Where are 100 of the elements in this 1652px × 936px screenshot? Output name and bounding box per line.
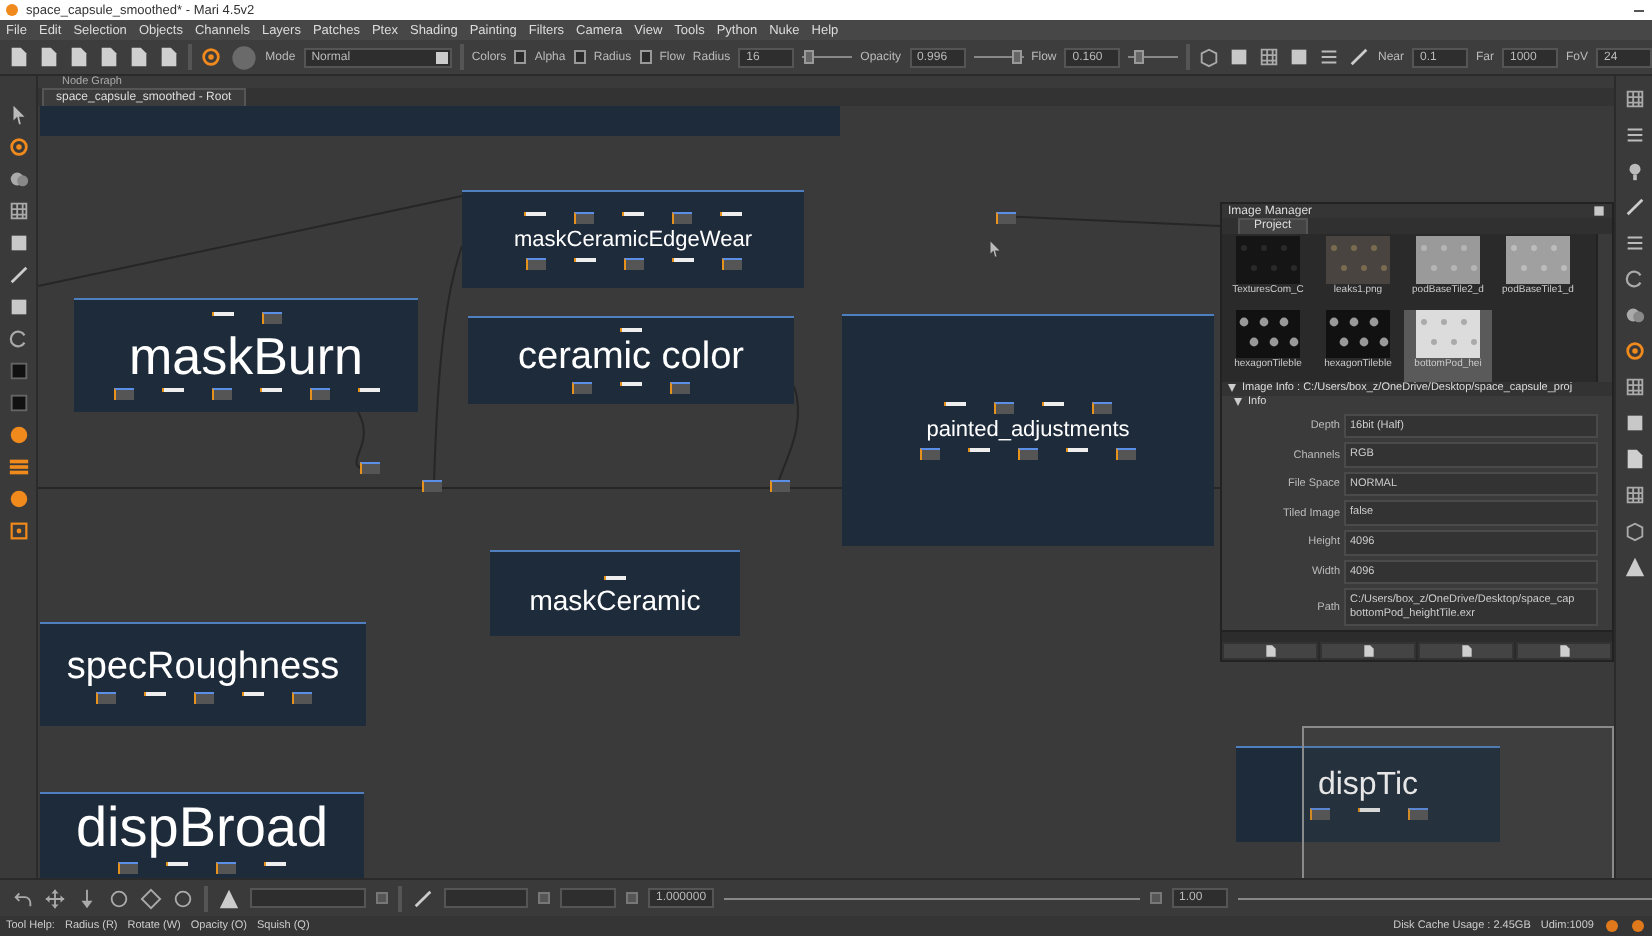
graph-node[interactable] [95, 691, 115, 703]
square-icon[interactable] [7, 520, 29, 542]
graph-node[interactable] [572, 382, 592, 394]
graph-node[interactable] [118, 862, 138, 874]
checkbox[interactable] [639, 50, 652, 64]
backdrop[interactable]: dispTic [1236, 746, 1500, 842]
target-icon[interactable] [199, 46, 222, 68]
square-icon[interactable] [1287, 46, 1310, 68]
scrollbar[interactable] [1222, 630, 1612, 642]
slider-thumb[interactable] [1012, 50, 1023, 64]
grid-icon[interactable] [7, 200, 29, 222]
graph-node[interactable] [193, 691, 213, 703]
toolbar-button[interactable] [1418, 642, 1514, 660]
lines-icon[interactable] [1317, 46, 1340, 68]
input-field[interactable] [560, 888, 616, 908]
cube-icon[interactable] [1623, 520, 1645, 542]
graph-node[interactable] [309, 388, 329, 400]
square-icon[interactable] [1227, 46, 1250, 68]
graph-node[interactable] [422, 480, 442, 492]
graph-node[interactable] [1092, 402, 1112, 414]
circle-icon[interactable] [7, 488, 29, 510]
backdrop-title: painted_adjustments [926, 420, 1130, 442]
graph-node[interactable] [672, 211, 692, 223]
document-icon[interactable] [38, 46, 60, 68]
graph-node[interactable] [721, 257, 741, 269]
graph-node[interactable] [1116, 448, 1136, 460]
stack-icon[interactable] [7, 456, 29, 478]
pointer-icon[interactable] [7, 104, 29, 126]
circles-icon[interactable] [7, 168, 29, 190]
grid-icon[interactable] [1623, 484, 1645, 506]
input-field[interactable] [250, 888, 366, 908]
circle-icon[interactable] [108, 887, 130, 909]
graph-node[interactable] [216, 862, 236, 874]
document-icon[interactable] [158, 46, 180, 68]
expand-arrow-icon[interactable] [1234, 398, 1242, 407]
document-icon[interactable] [128, 46, 150, 68]
backdrop[interactable]: maskCeramic [490, 550, 740, 636]
backdrop[interactable]: maskBurn [74, 298, 418, 412]
backdrop[interactable]: painted_adjustments [842, 314, 1214, 546]
backdrop[interactable]: specRoughness [40, 622, 366, 726]
ring-icon[interactable] [1623, 340, 1645, 362]
square-icon[interactable] [7, 232, 29, 254]
graph-node[interactable] [920, 448, 940, 460]
document-icon[interactable] [68, 46, 90, 68]
graph-node[interactable] [525, 257, 545, 269]
graph-node[interactable] [670, 382, 690, 394]
backdrop-title: maskBurn [128, 330, 364, 382]
circle-icon[interactable] [172, 887, 194, 909]
graph-node[interactable] [261, 312, 281, 324]
circles-icon[interactable] [1623, 304, 1645, 326]
checkbox[interactable] [514, 50, 527, 64]
graph-node[interactable] [1018, 448, 1038, 460]
square-icon[interactable] [7, 360, 29, 382]
triangle-icon[interactable] [1623, 556, 1645, 578]
document-icon[interactable] [1623, 448, 1645, 470]
graph-node[interactable] [211, 388, 231, 400]
backdrop[interactable]: ceramic color [468, 316, 794, 404]
graph-node[interactable] [360, 462, 380, 474]
diamond-icon[interactable] [140, 887, 162, 909]
small-button[interactable] [1149, 892, 1162, 904]
document-icon[interactable] [8, 46, 30, 68]
square-icon[interactable] [1623, 412, 1645, 434]
toolbar-button[interactable] [1222, 642, 1318, 660]
down-icon[interactable] [76, 887, 98, 909]
square-icon[interactable] [7, 392, 29, 414]
scrollbar[interactable] [1596, 234, 1612, 382]
lines-icon[interactable] [1623, 124, 1645, 146]
graph-node[interactable] [1407, 808, 1427, 820]
graph-node[interactable] [996, 212, 1016, 224]
slider-thumb[interactable] [804, 50, 815, 64]
undo-icon[interactable] [12, 887, 34, 909]
square-icon[interactable] [7, 296, 29, 318]
minimize-icon[interactable] [1634, 9, 1644, 11]
graph-node[interactable] [770, 480, 790, 492]
graph-node[interactable] [1309, 808, 1329, 820]
graph-node[interactable] [291, 691, 311, 703]
backdrop[interactable]: dispBroad [40, 792, 364, 878]
graph-node[interactable] [574, 211, 594, 223]
graph-node[interactable] [113, 388, 133, 400]
document-icon[interactable] [98, 46, 120, 68]
move-icon[interactable] [44, 887, 66, 909]
circle-icon[interactable] [7, 424, 29, 446]
slider-thumb[interactable] [1134, 50, 1145, 64]
input-field[interactable] [444, 888, 528, 908]
refresh-icon[interactable] [1623, 268, 1645, 290]
grid-icon[interactable] [1257, 46, 1280, 68]
triangle-icon[interactable] [218, 887, 240, 909]
lines-icon[interactable] [1623, 232, 1645, 254]
ring-icon[interactable] [7, 136, 29, 158]
graph-node[interactable] [994, 402, 1014, 414]
navigator-frame[interactable] [1302, 726, 1614, 878]
checkbox[interactable] [573, 50, 586, 64]
grid-icon[interactable] [1623, 88, 1645, 110]
toolbar-button[interactable] [1516, 642, 1612, 660]
backdrop[interactable]: maskCeramicEdgeWear [462, 190, 804, 288]
grid-icon[interactable] [1623, 376, 1645, 398]
graph-node[interactable] [623, 257, 643, 269]
refresh-icon[interactable] [7, 328, 29, 350]
toolbar-button[interactable] [1320, 642, 1416, 660]
cube-icon[interactable] [1197, 46, 1220, 68]
